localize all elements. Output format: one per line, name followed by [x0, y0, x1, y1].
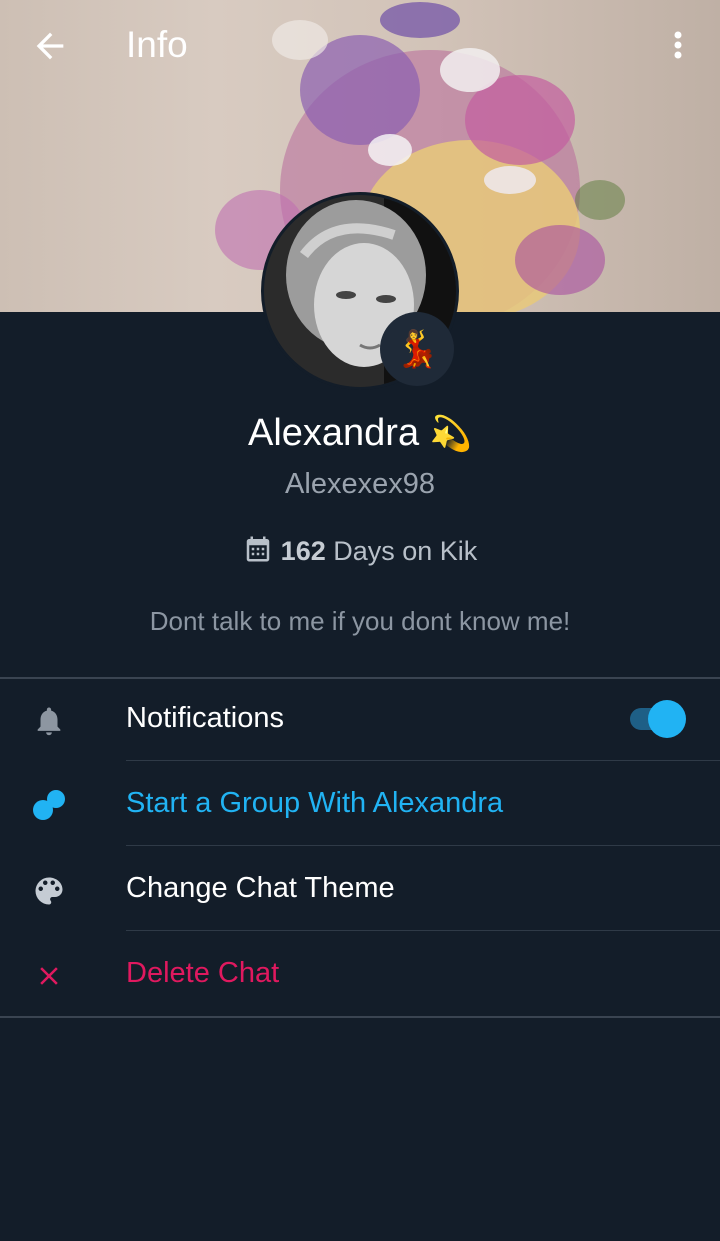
username: Alexexex98 — [285, 468, 435, 500]
change-theme-label: Change Chat Theme — [126, 872, 395, 904]
close-icon — [28, 955, 70, 997]
calendar-icon — [246, 536, 269, 562]
notifications-toggle[interactable] — [628, 699, 688, 738]
notifications-label: Notifications — [126, 702, 284, 734]
dizzy-emoji: 💫 — [429, 415, 473, 453]
days-on-kik: 162 Days on Kik — [0, 534, 720, 567]
change-theme-row[interactable]: Change Chat Theme — [0, 848, 720, 932]
palette-icon — [28, 870, 70, 912]
display-name: Alexandra 💫 — [0, 412, 720, 455]
start-group-label: Start a Group With Alexandra — [126, 787, 504, 819]
days-count: 162 — [280, 536, 326, 566]
back-button[interactable] — [30, 26, 70, 66]
group-icon — [28, 785, 70, 827]
start-group-row[interactable]: Start a Group With Alexandra — [0, 763, 720, 847]
notifications-row[interactable]: Notifications — [0, 678, 720, 762]
bio-text: Dont talk to me if you dont know me! — [149, 606, 571, 636]
divider — [126, 760, 720, 761]
mood-badge: 💃 — [380, 312, 454, 386]
more-options-button[interactable] — [662, 26, 694, 66]
app-bar: Info — [0, 0, 720, 92]
bell-icon — [28, 700, 70, 742]
back-arrow-icon — [36, 32, 64, 60]
divider — [126, 845, 720, 846]
page-title: Info — [126, 24, 188, 65]
toggle-knob — [648, 700, 686, 738]
delete-chat-label: Delete Chat — [126, 957, 280, 989]
display-name-text: Alexandra — [247, 412, 420, 454]
days-label: Days on Kik — [333, 536, 478, 566]
more-vert-icon — [674, 31, 682, 59]
dancer-emoji: 💃 — [394, 328, 440, 369]
divider — [0, 1016, 720, 1018]
divider — [126, 930, 720, 931]
delete-chat-row[interactable]: Delete Chat — [0, 933, 720, 1017]
